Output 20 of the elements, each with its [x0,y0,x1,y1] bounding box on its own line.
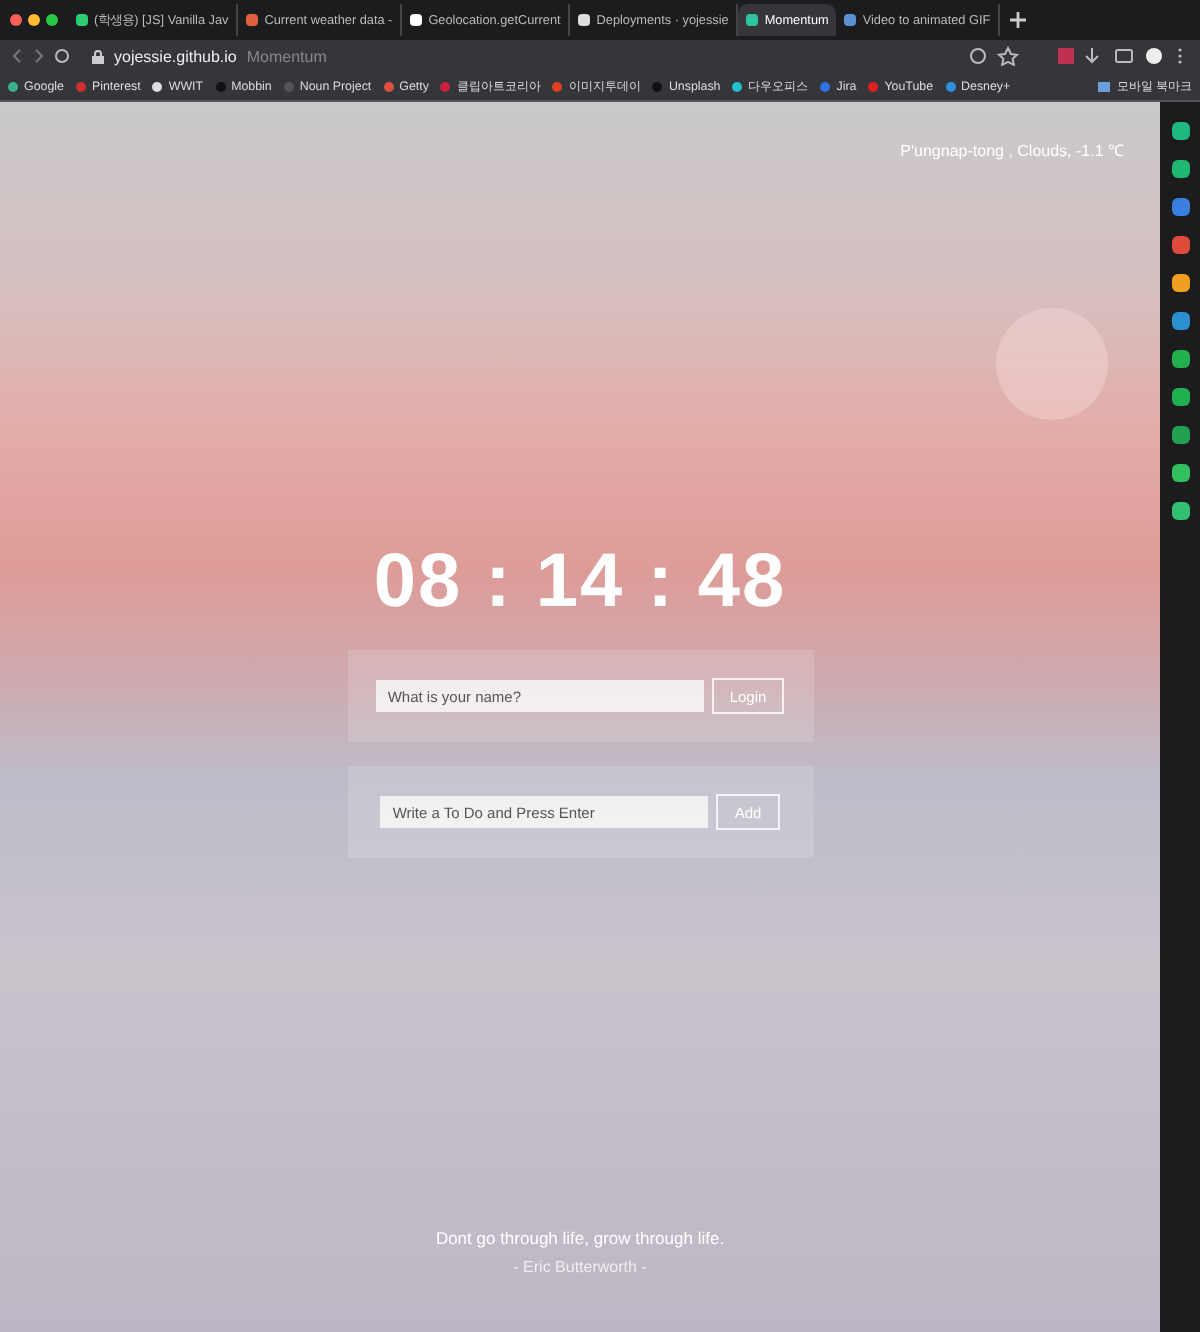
close-dot-icon[interactable] [10,14,22,26]
maximize-dot-icon[interactable] [46,14,58,26]
app-icon[interactable] [1171,350,1189,368]
app-icon[interactable] [1171,274,1189,292]
app-icon[interactable] [1171,388,1189,406]
app-icon[interactable] [1171,160,1189,178]
clock: 08 : 14 : 48 [373,540,787,626]
app-icon[interactable] [1171,426,1189,444]
app-icon[interactable] [1171,236,1189,254]
app-icon[interactable] [1171,502,1189,520]
quote-text: Dont go through life, grow through life. [435,1228,725,1248]
app-icon[interactable] [1171,198,1189,216]
navigation-arrows-icon[interactable] [12,48,72,64]
weather-text: P'ungnap-tong , Clouds, -1.1 ℃ [900,140,1124,160]
lock-icon [92,49,104,63]
new-tab-icon[interactable] [1008,10,1029,30]
app-icon[interactable] [1171,312,1189,330]
app-icon[interactable] [1171,464,1189,482]
minimize-dot-icon[interactable] [28,14,40,26]
app-icon[interactable] [1171,122,1189,140]
